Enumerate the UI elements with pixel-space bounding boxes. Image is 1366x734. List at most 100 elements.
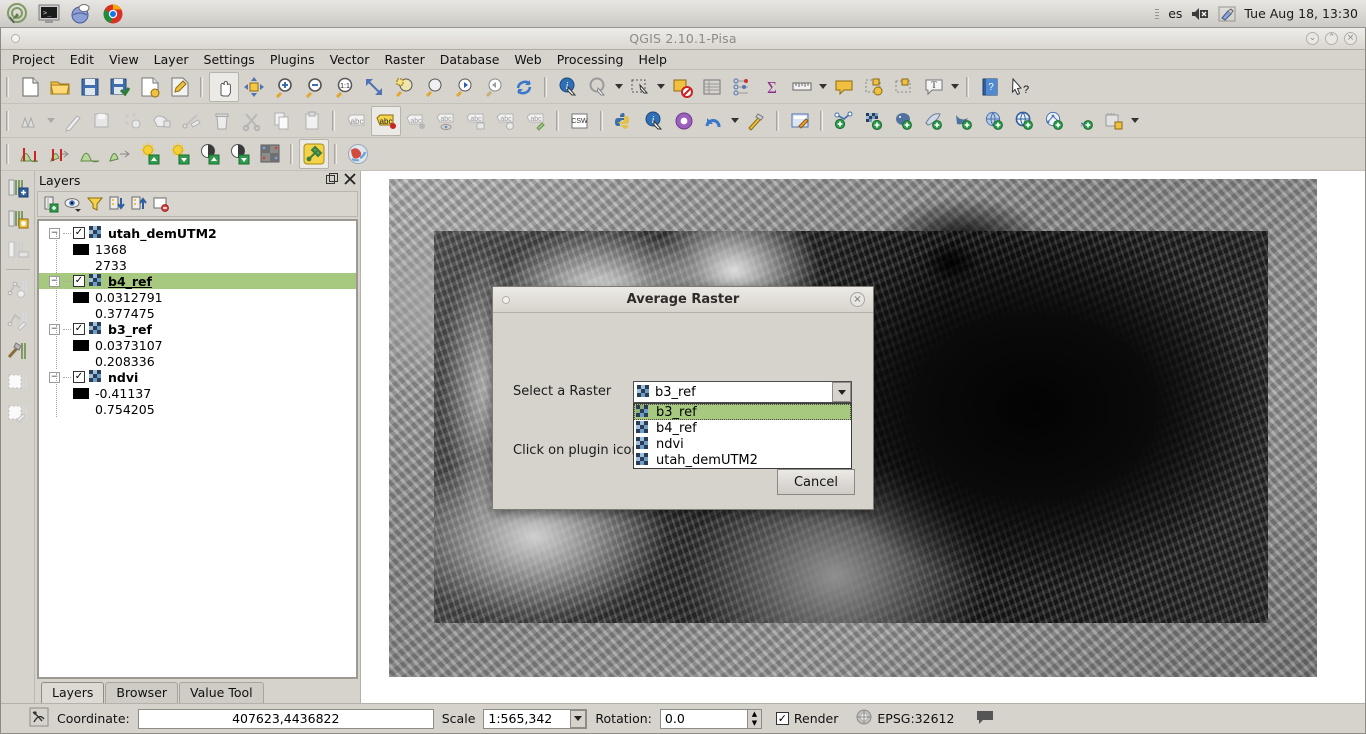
- text-annotation-icon[interactable]: T: [919, 72, 949, 102]
- tab-layers[interactable]: Layers: [41, 682, 105, 703]
- cancel-button[interactable]: Cancel: [777, 469, 855, 495]
- new-print-composer-icon[interactable]: [135, 72, 165, 102]
- local-cumulative-stretch-icon[interactable]: [105, 139, 135, 169]
- new-project-icon[interactable]: [15, 72, 45, 102]
- menu-project[interactable]: Project: [5, 50, 62, 69]
- rotation-stepper[interactable]: ▲ ▼: [747, 708, 762, 729]
- minimize-button[interactable]: ⌄: [1306, 32, 1319, 45]
- combobox-option-utah_demUTM2[interactable]: utah_demUTM2: [634, 452, 851, 468]
- chevron-down-icon[interactable]: [729, 106, 741, 136]
- layer-visibility-checkbox[interactable]: ✓: [73, 323, 85, 335]
- menu-view[interactable]: View: [102, 50, 146, 69]
- clock-label[interactable]: Tue Aug 18, 13:30: [1244, 6, 1358, 21]
- zoom-in-icon[interactable]: [269, 72, 299, 102]
- layer-row-utah_demUTM2[interactable]: − ✓ utah_demUTM2: [39, 225, 356, 241]
- maximize-button[interactable]: ⌃: [1325, 32, 1338, 45]
- decrease-contrast-icon[interactable]: [225, 139, 255, 169]
- chevron-down-icon[interactable]: [832, 382, 851, 402]
- add-postgis-layer-icon[interactable]: [889, 106, 919, 136]
- deselect-features-icon[interactable]: [667, 72, 697, 102]
- qgis-launcher-icon[interactable]: [4, 2, 30, 26]
- add-raster-layer-icon[interactable]: [859, 106, 889, 136]
- help-browser-icon[interactable]: [68, 2, 94, 26]
- menu-plugins[interactable]: Plugins: [263, 50, 322, 69]
- pan-to-selection-icon[interactable]: [239, 72, 269, 102]
- average-raster-dialog[interactable]: Average Raster × Select a Raster Click o…: [492, 286, 874, 510]
- save-project-as-icon[interactable]: [105, 72, 135, 102]
- tab-value-tool[interactable]: Value Tool: [179, 682, 264, 703]
- stretch-current-extent-icon[interactable]: [45, 139, 75, 169]
- close-icon[interactable]: [344, 172, 356, 188]
- metasearch-icon[interactable]: i: [639, 106, 669, 136]
- coordinate-input[interactable]: 407623,4436822: [137, 708, 434, 729]
- statistics-icon[interactable]: Σ: [757, 72, 787, 102]
- python-console-icon[interactable]: [609, 106, 639, 136]
- geoprocessing-icon[interactable]: [3, 336, 33, 366]
- layer-row-b3_ref[interactable]: − ✓ b3_ref: [39, 321, 356, 337]
- layers-tree[interactable]: − ✓ utah_demUTM2 1368 2733 − ✓ b4_ref 0.…: [37, 219, 358, 679]
- openlayers-plugin-icon[interactable]: [343, 139, 373, 169]
- measure-line-icon[interactable]: [787, 72, 817, 102]
- rotation-input[interactable]: 0.0: [659, 708, 748, 729]
- expand-all-icon[interactable]: [107, 194, 127, 214]
- help-contents-icon[interactable]: ?: [975, 72, 1005, 102]
- decrease-brightness-icon[interactable]: [165, 139, 195, 169]
- filter-legend-icon[interactable]: [85, 194, 105, 214]
- render-checkbox[interactable]: ✓: [775, 712, 789, 725]
- menu-database[interactable]: Database: [433, 50, 507, 69]
- highlight-labels-icon[interactable]: abc: [371, 105, 401, 136]
- zoom-native-icon[interactable]: 1:1: [329, 72, 359, 102]
- raster-combobox-popup[interactable]: b3_ref b4_ref ndvi utah_demUTM2: [633, 403, 852, 469]
- zoom-to-layer-icon[interactable]: [419, 72, 449, 102]
- collapse-all-icon[interactable]: [129, 194, 149, 214]
- processing-toolbox-icon[interactable]: [669, 106, 699, 136]
- remove-layer-icon[interactable]: [151, 194, 171, 214]
- undo-icon[interactable]: [699, 106, 729, 136]
- new-bookmark-icon[interactable]: [859, 72, 889, 102]
- menu-processing[interactable]: Processing: [550, 50, 631, 69]
- terminal-icon[interactable]: >_: [36, 2, 62, 26]
- add-delimited-text-icon[interactable]: ,: [1069, 106, 1099, 136]
- show-bookmarks-icon[interactable]: [889, 72, 919, 102]
- zoom-full-icon[interactable]: [359, 72, 389, 102]
- add-wfs-layer-icon[interactable]: [1039, 106, 1069, 136]
- menu-vector[interactable]: Vector: [323, 50, 377, 69]
- chevron-down-icon[interactable]: [949, 72, 961, 102]
- csw-icon[interactable]: CSW: [565, 106, 595, 136]
- menu-settings[interactable]: Settings: [197, 50, 262, 69]
- open-project-icon[interactable]: [45, 72, 75, 102]
- add-wcs-layer-icon[interactable]: [1009, 106, 1039, 136]
- chevron-down-icon[interactable]: [570, 709, 587, 728]
- tab-browser[interactable]: Browser: [105, 682, 179, 703]
- raster-combobox[interactable]: b3_ref: [633, 381, 852, 403]
- zoom-next-icon[interactable]: [479, 72, 509, 102]
- increase-brightness-icon[interactable]: [135, 139, 165, 169]
- pan-map-icon[interactable]: [209, 71, 239, 102]
- keyboard-layout-indicator[interactable]: es: [1168, 6, 1182, 21]
- new-memory-layer-icon[interactable]: [1099, 106, 1129, 136]
- combobox-option-b4_ref[interactable]: b4_ref: [634, 420, 851, 436]
- plugin-builder-icon[interactable]: [741, 106, 771, 136]
- show-map-tips-icon[interactable]: [829, 72, 859, 102]
- menu-help[interactable]: Help: [631, 50, 674, 69]
- volume-muted-icon[interactable]: [1190, 6, 1210, 22]
- composer-manager-icon[interactable]: [165, 72, 195, 102]
- close-button[interactable]: ×: [1344, 32, 1357, 45]
- add-group-icon[interactable]: [41, 194, 61, 214]
- screwdriver-icon[interactable]: [1218, 6, 1236, 22]
- zoom-last-icon[interactable]: [449, 72, 479, 102]
- field-calculator-icon[interactable]: [727, 72, 757, 102]
- whats-this-icon[interactable]: ?: [1005, 72, 1035, 102]
- add-mssql-layer-icon[interactable]: [949, 106, 979, 136]
- menu-web[interactable]: Web: [507, 50, 548, 69]
- combobox-option-b3_ref[interactable]: b3_ref: [634, 404, 851, 420]
- chrome-icon[interactable]: [100, 2, 126, 26]
- add-vector-layer-icon[interactable]: [829, 106, 859, 136]
- menu-edit[interactable]: Edit: [63, 50, 101, 69]
- select-features-icon[interactable]: [625, 72, 655, 102]
- messages-bubble-icon[interactable]: [976, 709, 994, 728]
- chevron-down-icon[interactable]: [1129, 106, 1141, 136]
- osm-editor-icon[interactable]: [785, 106, 815, 136]
- layer-visibility-checkbox[interactable]: ✓: [73, 275, 85, 287]
- add-db-layer-icon[interactable]: [3, 173, 33, 203]
